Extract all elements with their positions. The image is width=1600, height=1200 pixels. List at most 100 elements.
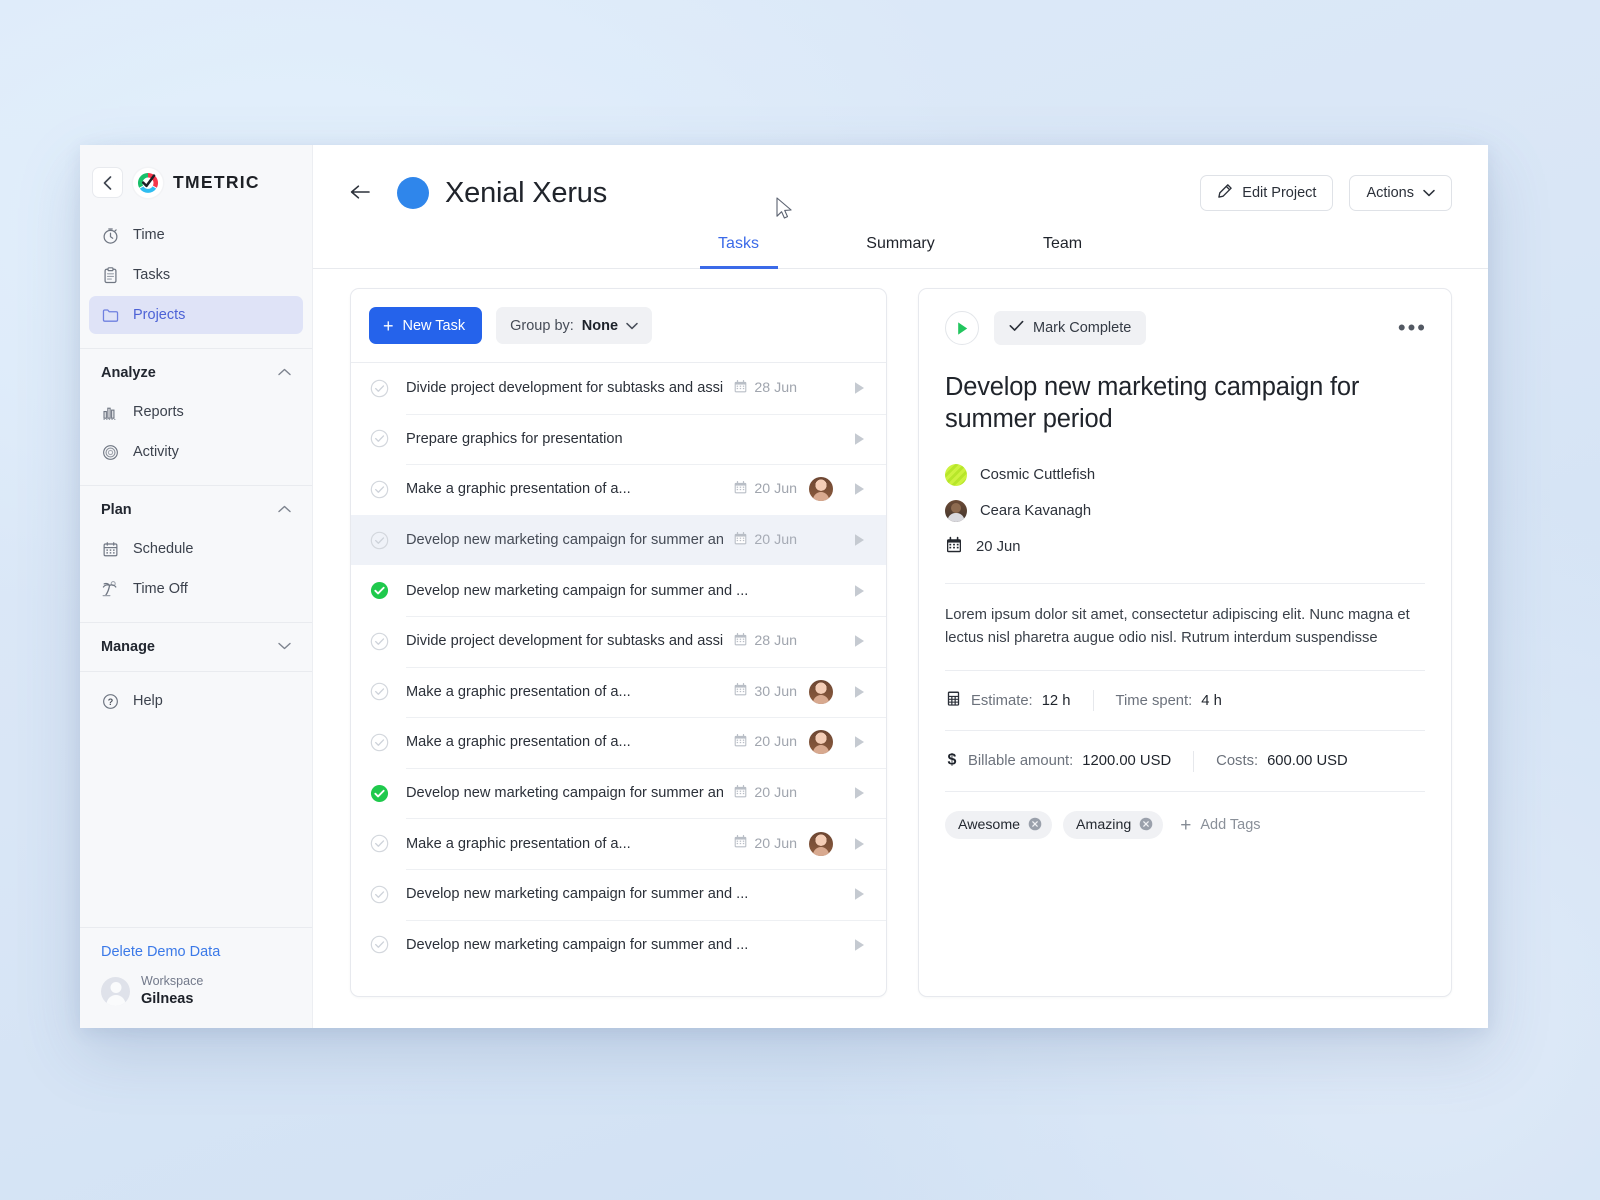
estimate-label: Estimate:: [971, 693, 1033, 709]
calendar-icon: [733, 632, 748, 651]
task-complete-checkbox[interactable]: [370, 429, 389, 448]
task-row[interactable]: Divide project development for subtasks …: [351, 616, 886, 667]
back-arrow-icon[interactable]: [350, 182, 371, 204]
calculator-icon: [945, 690, 962, 711]
task-complete-checkbox[interactable]: [370, 935, 389, 954]
main-content: Xenial Xerus Edit Project Actions Tasks …: [313, 145, 1488, 1028]
task-row-due-date: 20 Jun: [733, 480, 797, 499]
tag-label: Amazing: [1076, 817, 1131, 833]
tag-chip[interactable]: Awesome: [945, 811, 1052, 839]
sidebar-collapse-button[interactable]: [92, 167, 123, 198]
calendar-icon: [733, 531, 748, 550]
sidebar-section-analyze[interactable]: Analyze: [80, 349, 312, 391]
task-row-title: Make a graphic presentation of a...: [406, 481, 723, 497]
task-row-due-text: 28 Jun: [754, 633, 797, 649]
costs-label: Costs:: [1216, 753, 1258, 769]
remove-tag-icon[interactable]: [1028, 817, 1042, 833]
start-timer-button[interactable]: [849, 735, 869, 749]
avatar: [809, 832, 833, 856]
sidebar-item-time[interactable]: Time: [89, 216, 303, 254]
detail-header: Mark Complete •••: [919, 289, 1451, 345]
start-timer-button[interactable]: [849, 584, 869, 598]
task-assignee-row[interactable]: Ceara Kavanagh: [945, 493, 1425, 529]
costs-stat[interactable]: Costs: 600.00 USD: [1216, 753, 1348, 769]
sidebar-item-projects[interactable]: Projects: [89, 296, 303, 334]
edit-project-button[interactable]: Edit Project: [1200, 175, 1333, 211]
sidebar-item-tasks[interactable]: Tasks: [89, 256, 303, 294]
sidebar-item-label: Help: [133, 693, 163, 709]
task-row[interactable]: Develop new marketing campaign for summe…: [351, 515, 886, 566]
task-row[interactable]: Make a graphic presentation of a...30 Ju…: [351, 667, 886, 718]
task-row-due-date: 20 Jun: [733, 834, 797, 853]
task-complete-checkbox-checked[interactable]: [370, 784, 389, 803]
remove-tag-icon[interactable]: [1139, 817, 1153, 833]
task-complete-checkbox[interactable]: [370, 834, 389, 853]
task-row[interactable]: Make a graphic presentation of a... 20 Ju…: [351, 464, 886, 515]
mark-complete-button[interactable]: Mark Complete: [994, 311, 1146, 345]
task-row-title: Develop new marketing campaign for summe…: [406, 937, 797, 953]
ellipsis-icon[interactable]: •••: [1398, 321, 1427, 334]
section-title: Analyze: [101, 365, 156, 381]
actions-button[interactable]: Actions: [1349, 175, 1452, 211]
task-row[interactable]: Make a graphic presentation of a...20 Ju…: [351, 717, 886, 768]
start-timer-button[interactable]: [849, 786, 869, 800]
sidebar-footer: Delete Demo Data Workspace Gilneas: [80, 927, 312, 1028]
sidebar-item-time-off[interactable]: Time Off: [89, 570, 303, 608]
delete-demo-data-link[interactable]: Delete Demo Data: [80, 944, 312, 974]
time-spent-stat[interactable]: Time spent: 4 h: [1116, 693, 1222, 709]
add-tags-button[interactable]: +Add Tags: [1180, 816, 1260, 835]
start-timer-button[interactable]: [849, 685, 869, 699]
new-task-button[interactable]: + New Task: [369, 307, 482, 344]
tab-tasks[interactable]: Tasks: [700, 235, 778, 269]
group-by-dropdown[interactable]: Group by: None: [496, 307, 652, 344]
time-stats-row: Estimate: 12 h Time spent: 4 h: [919, 671, 1451, 730]
task-complete-checkbox[interactable]: [370, 531, 389, 550]
start-timer-button[interactable]: [849, 938, 869, 952]
tab-team[interactable]: Team: [1024, 235, 1102, 269]
sidebar-section-manage[interactable]: Manage: [80, 623, 312, 665]
task-due-row[interactable]: 20 Jun: [945, 529, 1425, 565]
task-complete-checkbox[interactable]: [370, 379, 389, 398]
sidebar-item-schedule[interactable]: Schedule: [89, 530, 303, 568]
task-complete-checkbox[interactable]: [370, 885, 389, 904]
task-complete-checkbox-checked[interactable]: [370, 581, 389, 600]
tab-summary[interactable]: Summary: [862, 235, 940, 269]
start-timer-button[interactable]: [849, 837, 869, 851]
task-row-due-text: 20 Jun: [754, 785, 797, 801]
start-timer-button[interactable]: [849, 533, 869, 547]
sidebar-item-reports[interactable]: Reports: [89, 393, 303, 431]
task-complete-checkbox[interactable]: [370, 480, 389, 499]
billable-stat[interactable]: $ Billable amount: 1200.00 USD: [945, 750, 1171, 772]
task-row[interactable]: Prepare graphics for presentation: [351, 414, 886, 465]
start-timer-button[interactable]: [849, 482, 869, 496]
tags-row: Awesome Amazing +Add Tags: [919, 792, 1451, 858]
sidebar-section-plan[interactable]: Plan: [80, 486, 312, 528]
estimate-stat[interactable]: Estimate: 12 h: [945, 690, 1071, 711]
tmetric-logo-icon: [133, 168, 163, 198]
task-complete-checkbox[interactable]: [370, 632, 389, 651]
task-row[interactable]: Develop new marketing campaign for summe…: [351, 768, 886, 819]
start-timer-button[interactable]: [945, 311, 979, 345]
chevron-down-icon: [278, 641, 291, 653]
start-timer-button[interactable]: [849, 634, 869, 648]
sidebar-item-help[interactable]: ? Help: [89, 682, 303, 720]
start-timer-button[interactable]: [849, 887, 869, 901]
task-row[interactable]: Develop new marketing campaign for summe…: [351, 869, 886, 920]
task-row[interactable]: Make a graphic presentation of a...20 Ju…: [351, 818, 886, 869]
task-project-row[interactable]: Cosmic Cuttlefish: [945, 457, 1425, 493]
workspace-switcher[interactable]: Workspace Gilneas: [80, 974, 312, 1028]
task-row[interactable]: Develop new marketing campaign for summe…: [351, 565, 886, 616]
start-timer-button[interactable]: [849, 432, 869, 446]
calendar-icon: [733, 682, 748, 701]
task-description[interactable]: Lorem ipsum dolor sit amet, consectetur …: [919, 584, 1451, 670]
task-row-due-date: 20 Jun: [733, 531, 797, 550]
task-complete-checkbox[interactable]: [370, 682, 389, 701]
task-row[interactable]: Divide project development for subtasks …: [351, 363, 886, 414]
task-complete-checkbox[interactable]: [370, 733, 389, 752]
add-tags-label: Add Tags: [1200, 817, 1260, 833]
task-row[interactable]: Develop new marketing campaign for summe…: [351, 920, 886, 971]
tag-chip[interactable]: Amazing: [1063, 811, 1163, 839]
project-tabs: Tasks Summary Team: [313, 234, 1488, 269]
sidebar-item-activity[interactable]: Activity: [89, 433, 303, 471]
start-timer-button[interactable]: [849, 381, 869, 395]
